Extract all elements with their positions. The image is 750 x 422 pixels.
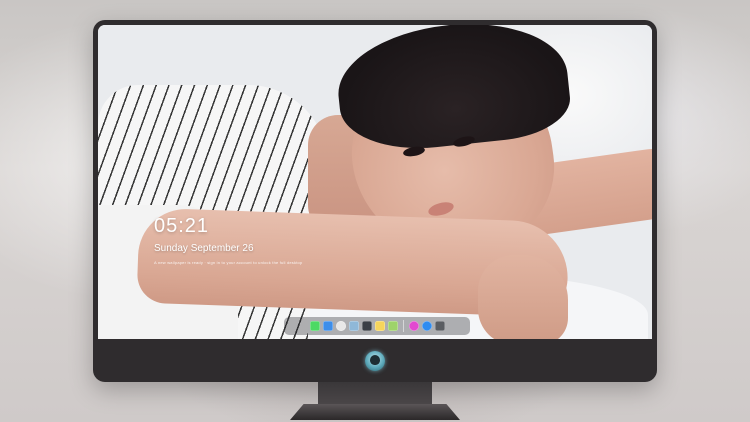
- lockscreen-date: Sunday September 26: [154, 243, 254, 254]
- imac-monitor: 05:21 Sunday September 26 A new wallpape…: [93, 20, 657, 382]
- lockscreen-note: A new wallpaper is ready · sign in to yo…: [154, 260, 303, 265]
- cat-logo-icon: [365, 351, 385, 371]
- cat-silhouette: [370, 355, 380, 365]
- messages-icon[interactable]: [309, 321, 320, 331]
- preview-icon[interactable]: [348, 321, 359, 331]
- monitor-stand-neck: [318, 382, 432, 404]
- screen: 05:21 Sunday September 26 A new wallpape…: [98, 25, 652, 339]
- app-store-icon[interactable]: [421, 321, 432, 331]
- notes-icon[interactable]: [374, 321, 385, 331]
- photos-icon[interactable]: [387, 321, 398, 331]
- safari-icon[interactable]: [335, 321, 346, 331]
- dock: [284, 317, 470, 335]
- dock-separator: [402, 320, 404, 332]
- finder-icon[interactable]: [322, 321, 333, 331]
- camera-icon[interactable]: [434, 321, 445, 331]
- lockscreen-time: 05:21: [154, 215, 210, 237]
- monitor-stand-base: [290, 404, 460, 420]
- itunes-icon[interactable]: [408, 321, 419, 331]
- final-cut-icon[interactable]: [361, 321, 372, 331]
- wallpaper-hand: [478, 255, 568, 339]
